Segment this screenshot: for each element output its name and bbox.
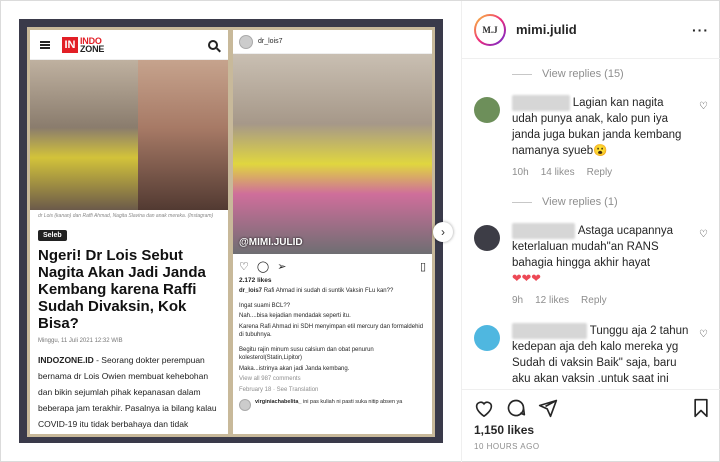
instagram-screenshot: dr_lois7 @MIMI.JULID ♡ ◯ ➢ ▯ 2.172 likes… bbox=[233, 30, 432, 434]
comment-username[interactable]: xxxxxxxxxxxxx bbox=[512, 323, 587, 339]
screenshot-username: dr_lois7 bbox=[258, 38, 283, 45]
menu-icon bbox=[40, 40, 50, 49]
comment-time: 10h bbox=[512, 167, 529, 178]
like-comment-icon[interactable]: ♡ bbox=[699, 227, 708, 243]
caption-line: Karena Rafi Ahmad ini SDH menyimpan etil… bbox=[239, 323, 424, 339]
post-username[interactable]: mimi.julid bbox=[516, 22, 577, 37]
heart-emojis: ❤❤❤ bbox=[512, 273, 541, 285]
post-timestamp: 10 HOURS AGO bbox=[474, 442, 540, 451]
screenshot-comment: virginiachabelita_ ini pas kuliah ni pas… bbox=[233, 395, 432, 415]
article-body: INDOZONE.ID - Seorang dokter perempuan b… bbox=[30, 348, 228, 434]
like-comment-icon[interactable]: ♡ bbox=[699, 327, 708, 343]
comment-time: 9h bbox=[512, 295, 524, 306]
screenshot-likes: 2.172 likes bbox=[239, 277, 272, 284]
caption-line: Ingat suami BCL?? bbox=[239, 302, 291, 309]
logo-mark: IN bbox=[62, 36, 78, 53]
comment-likes[interactable]: 12 likes bbox=[535, 293, 569, 309]
screenshot-header: dr_lois7 bbox=[233, 30, 432, 54]
like-icon[interactable] bbox=[474, 399, 494, 417]
caption-line: Nah....bisa kejadian mendadak seperti it… bbox=[239, 313, 351, 319]
comment-icon[interactable] bbox=[506, 398, 526, 418]
screenshot-caption: dr_lois7 Rafi Ahmad ini sudah di suntik … bbox=[239, 288, 394, 294]
logo-line-2: ZONE bbox=[80, 43, 105, 54]
comment-username[interactable]: xxxxxxxxxx bbox=[512, 95, 570, 111]
search-icon bbox=[208, 39, 218, 50]
post-sidebar: M.J mimi.julid ··· View replies (15) xxx… bbox=[461, 1, 720, 462]
avatar[interactable] bbox=[474, 325, 500, 351]
post-actions bbox=[462, 390, 720, 420]
comment-username[interactable]: xxxxxxxxxxx bbox=[512, 223, 576, 239]
instagram-post-modal: IN INDO ZONE dr Lois (kanan) dan Raffi A… bbox=[0, 0, 720, 462]
comment-likes[interactable]: 14 likes bbox=[541, 165, 575, 181]
heart-icon: ♡ bbox=[239, 261, 249, 273]
comment-meta: 10h 14 likes Reply bbox=[512, 165, 692, 181]
view-replies-button[interactable]: View replies (15) bbox=[462, 63, 720, 85]
next-slide-button[interactable]: › bbox=[433, 222, 453, 242]
article-source: INDOZONE.ID bbox=[38, 355, 94, 365]
avatar-initials: M.J bbox=[476, 15, 504, 44]
divider bbox=[512, 201, 532, 203]
more-options-icon[interactable]: ··· bbox=[692, 22, 709, 38]
comment-icon: ◯ bbox=[256, 261, 270, 273]
category-tag: Seleb bbox=[38, 230, 67, 241]
view-replies-button[interactable]: View replies (1) bbox=[462, 191, 720, 213]
avatar[interactable] bbox=[474, 97, 500, 123]
article-date: Minggu, 11 Juli 2021 12:32 WIB bbox=[38, 338, 123, 344]
view-all-comments: View all 987 comments bbox=[239, 376, 301, 382]
screenshot-photo: @MIMI.JULID bbox=[233, 54, 432, 254]
bookmark-icon: ▯ bbox=[419, 261, 426, 273]
avatar bbox=[239, 399, 251, 411]
collage-background: IN INDO ZONE dr Lois (kanan) dan Raffi A… bbox=[27, 27, 435, 437]
reply-button[interactable]: Reply bbox=[587, 165, 613, 181]
reply-button[interactable]: Reply bbox=[581, 293, 607, 309]
avatar[interactable]: M.J bbox=[474, 13, 506, 46]
likes-count[interactable]: 1,150 likes bbox=[462, 420, 720, 437]
watermark: @MIMI.JULID bbox=[239, 237, 303, 248]
comment-meta: 9h 12 likes Reply bbox=[512, 293, 692, 309]
screenshot-meta: February 18 · See Translation bbox=[239, 386, 319, 393]
comment: xxxxxxxxxxx Astaga ucapannya keterlaluan… bbox=[462, 217, 720, 309]
indozone-logo: IN INDO ZONE bbox=[62, 36, 105, 54]
family-photo bbox=[30, 60, 138, 210]
divider bbox=[512, 73, 532, 75]
avatar[interactable] bbox=[474, 225, 500, 251]
post-media[interactable]: IN INDO ZONE dr Lois (kanan) dan Raffi A… bbox=[19, 19, 443, 443]
news-article-screenshot: IN INDO ZONE dr Lois (kanan) dan Raffi A… bbox=[30, 30, 228, 434]
like-comment-icon[interactable]: ♡ bbox=[699, 99, 708, 115]
comment: xxxxxxxxxx Lagian kan nagita udah punya … bbox=[462, 89, 720, 181]
caption-line: Begitu rajin minum susu calsium dan obat… bbox=[239, 346, 374, 362]
comments-list[interactable]: View replies (15) xxxxxxxxxx Lagian kan … bbox=[462, 59, 720, 389]
doctor-photo bbox=[138, 60, 228, 210]
caption-line: Maka...istrinya akan jadi Janda kembang. bbox=[239, 365, 350, 372]
screenshot-actions: ♡ ◯ ➢ ▯ bbox=[233, 254, 432, 275]
article-header: IN INDO ZONE bbox=[30, 30, 228, 60]
article-body-text: - Seorang dokter perempuan bernama dr Lo… bbox=[38, 355, 217, 429]
bookmark-icon[interactable] bbox=[692, 398, 710, 418]
avatar bbox=[239, 34, 253, 49]
article-headline: Ngeri! Dr Lois Sebut Nagita Akan Jadi Ja… bbox=[38, 247, 206, 332]
share-icon: ➢ bbox=[277, 261, 287, 273]
post-footer: 1,150 likes 10 HOURS AGO bbox=[462, 389, 720, 462]
post-header: M.J mimi.julid ··· bbox=[462, 1, 720, 59]
share-icon[interactable] bbox=[538, 398, 558, 418]
photo-caption: dr Lois (kanan) dan Raffi Ahmad, Nagita … bbox=[38, 213, 214, 219]
comment: xxxxxxxxxxxxx Tunggu aja 2 tahun kedepan… bbox=[462, 317, 720, 389]
article-photos bbox=[30, 60, 228, 210]
